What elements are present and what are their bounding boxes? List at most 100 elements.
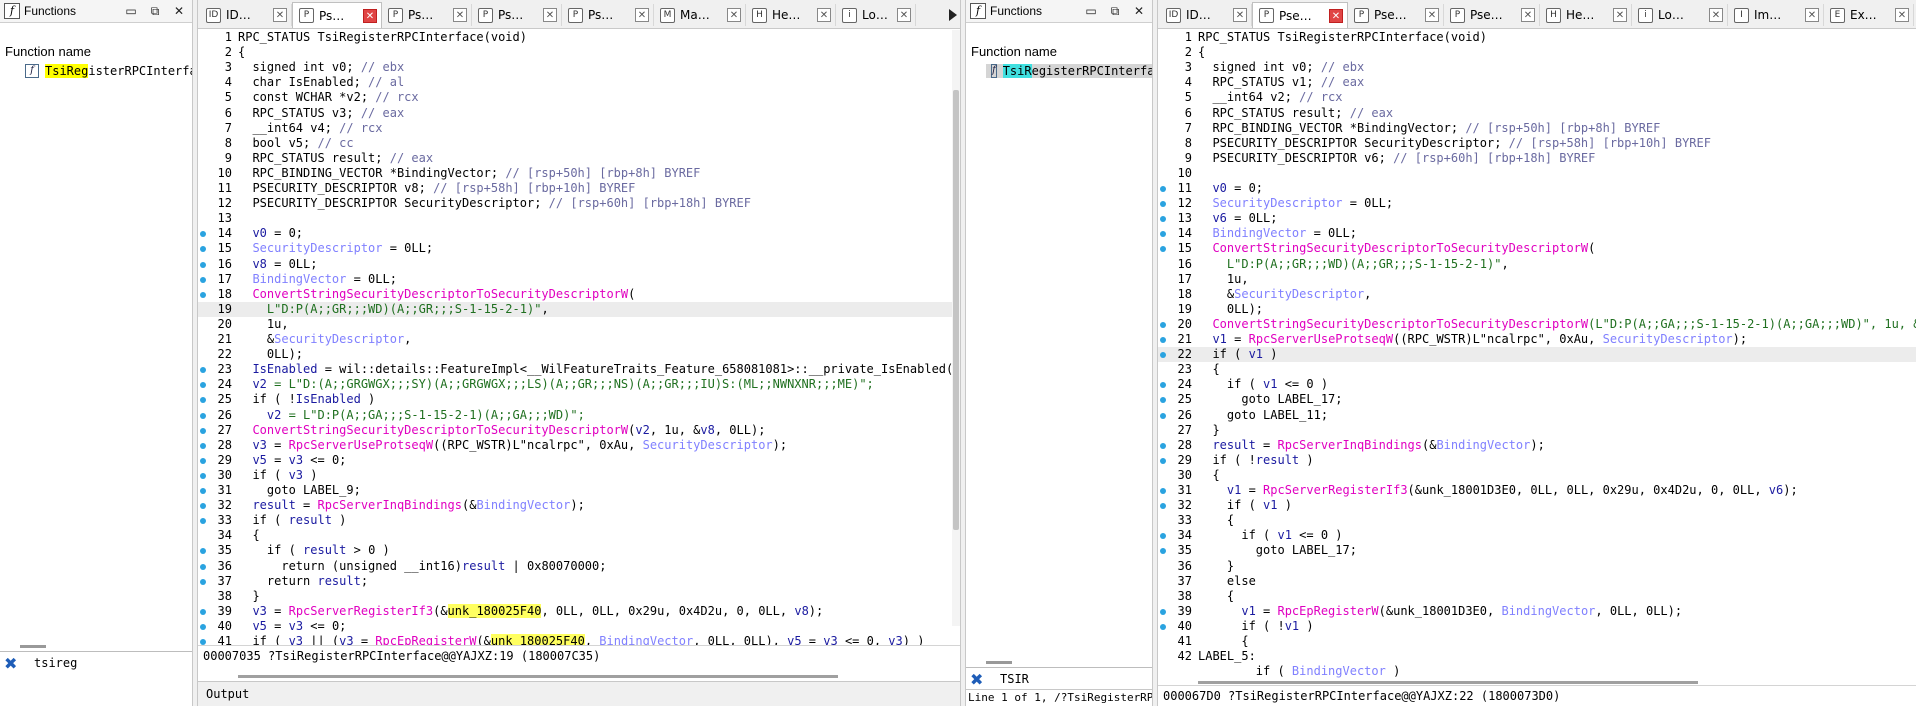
close-icon[interactable]: ✕: [1130, 2, 1148, 20]
code-line[interactable]: 13 v6 = 0LL;: [1158, 211, 1916, 226]
tab-4[interactable]: P Ps… ✕: [472, 4, 562, 26]
code-line[interactable]: 7 __int64 v4; // rcx: [198, 121, 960, 136]
code-line[interactable]: 7 RPC_BINDING_VECTOR *BindingVector; // …: [1158, 121, 1916, 136]
code-line[interactable]: 22 0LL);: [198, 347, 960, 362]
breakpoint-dot-icon[interactable]: [1160, 608, 1166, 615]
code-line[interactable]: 40 v5 = v3 <= 0;: [198, 619, 960, 634]
breakpoint-dot-icon[interactable]: [200, 518, 206, 525]
code-line[interactable]: 6 RPC_STATUS v3; // eax: [198, 106, 960, 121]
function-list-item[interactable]: f TsiRegisterRPCInterface(: [25, 64, 192, 78]
code-line[interactable]: 25 goto LABEL_17;: [1158, 392, 1916, 407]
code-line[interactable]: 5 __int64 v2; // rcx: [1158, 90, 1916, 105]
code-line[interactable]: 19 L"D:P(A;;GR;;;WD)(A;;GR;;;S-1-15-2-1)…: [198, 301, 960, 317]
code-line[interactable]: 12 PSECURITY_DESCRIPTOR SecurityDescript…: [198, 196, 960, 211]
minimize-icon[interactable]: ▭: [1082, 2, 1100, 20]
code-line[interactable]: 37 else: [1158, 574, 1916, 589]
scroll-thumb[interactable]: [953, 90, 959, 530]
breakpoint-dot-icon[interactable]: [1160, 397, 1166, 404]
code-line[interactable]: 36 return (unsigned __int16)result | 0x8…: [198, 559, 960, 574]
code-line[interactable]: 24 v2 = L"D:(A;;GRGWGX;;;SY)(A;;GRGWGX;;…: [198, 377, 960, 392]
breakpoint-dot-icon[interactable]: [1160, 321, 1166, 328]
close-tab-icon[interactable]: ✕: [1233, 8, 1247, 22]
breakpoint-dot-icon[interactable]: [200, 472, 206, 479]
breakpoint-dot-icon[interactable]: [1160, 201, 1166, 208]
code-line[interactable]: 18 &SecurityDescriptor,: [1158, 287, 1916, 302]
pseudocode-view[interactable]: 1 RPC_STATUS TsiRegisterRPCInterface(void…: [1158, 30, 1916, 686]
tab-5[interactable]: P Ps… ✕: [562, 4, 654, 26]
code-line[interactable]: 24 if ( v1 <= 0 ): [1158, 377, 1916, 392]
code-line[interactable]: 20 1u,: [198, 317, 960, 332]
tab-5[interactable]: H He… ✕: [1540, 4, 1632, 26]
close-tab-icon[interactable]: ✕: [1521, 8, 1535, 22]
close-tab-icon[interactable]: ✕: [635, 8, 649, 22]
tab-8[interactable]: i Lo… ✕: [836, 4, 916, 26]
tab-6[interactable]: M Ma… ✕: [654, 4, 746, 26]
pseudocode-view[interactable]: 1 RPC_STATUS TsiRegisterRPCInterface(void…: [198, 30, 960, 646]
close-tab-icon[interactable]: ✕: [1895, 8, 1909, 22]
code-line[interactable]: 11 v0 = 0;: [1158, 181, 1916, 196]
clear-filter-icon[interactable]: ✖: [4, 654, 17, 673]
filter-text[interactable]: TSIR: [1000, 672, 1029, 686]
breakpoint-dot-icon[interactable]: [200, 488, 206, 494]
breakpoint-dot-icon[interactable]: [200, 548, 206, 555]
code-line[interactable]: 35 goto LABEL_17;: [1158, 543, 1916, 558]
code-line[interactable]: 23 IsEnabled = wil::details::FeatureImpl…: [198, 362, 960, 377]
tab-scroll-right-icon[interactable]: [949, 9, 957, 21]
code-line[interactable]: if ( BindingVector ): [1158, 664, 1916, 679]
code-line[interactable]: 16 v8 = 0LL;: [198, 257, 960, 272]
code-line[interactable]: 10 RPC_BINDING_VECTOR *BindingVector; //…: [198, 166, 960, 181]
tab-3[interactable]: P Pse… ✕: [1348, 4, 1444, 26]
function-list-item[interactable]: f TsiRegisterRPCInterface(: [986, 64, 1152, 78]
close-tab-icon[interactable]: ✕: [727, 8, 741, 22]
close-tab-icon[interactable]: ✕: [1709, 8, 1723, 22]
code-line[interactable]: 26 goto LABEL_11;: [1158, 408, 1916, 423]
code-line[interactable]: 41 {: [1158, 634, 1916, 649]
code-line[interactable]: 15 ConvertStringSecurityDescriptorToSecu…: [1158, 241, 1916, 256]
tab-4[interactable]: P Pse… ✕: [1444, 4, 1540, 26]
tab-2[interactable]: P Ps… ✕: [292, 2, 382, 28]
breakpoint-dot-icon[interactable]: [1160, 488, 1166, 494]
code-line[interactable]: 39 v3 = RpcServerRegisterIf3(&unk_180025…: [198, 603, 960, 619]
close-tab-icon[interactable]: ✕: [1613, 8, 1627, 22]
code-line[interactable]: 39 v1 = RpcEpRegisterW(&unk_18001D3E0, B…: [1158, 604, 1916, 619]
breakpoint-dot-icon[interactable]: [1160, 457, 1166, 464]
breakpoint-dot-icon[interactable]: [200, 442, 206, 449]
code-line[interactable]: 31 goto LABEL_9;: [198, 483, 960, 498]
breakpoint-dot-icon[interactable]: [1160, 246, 1166, 253]
close-tab-icon[interactable]: ✕: [1329, 8, 1343, 23]
breakpoint-dot-icon[interactable]: [1160, 548, 1166, 555]
code-line[interactable]: 15 SecurityDescriptor = 0LL;: [198, 241, 960, 256]
tab-8[interactable]: E Ex… ✕: [1824, 4, 1914, 26]
code-line[interactable]: 40 if ( !v1 ): [1158, 619, 1916, 634]
breakpoint-dot-icon[interactable]: [200, 427, 206, 434]
close-tab-icon[interactable]: ✕: [1805, 8, 1819, 22]
function-name-header[interactable]: Function name: [0, 44, 192, 59]
breakpoint-dot-icon[interactable]: [200, 608, 206, 615]
horizontal-scrollbar[interactable]: [238, 675, 838, 678]
quick-filter[interactable]: ✖ tsireg: [0, 651, 192, 674]
code-line[interactable]: 27 }: [1158, 423, 1916, 438]
code-line[interactable]: 42 LABEL_5:: [1158, 649, 1916, 664]
code-line[interactable]: 30 {: [1158, 468, 1916, 483]
code-line[interactable]: 32 result = RpcServerInqBindings(&Bindin…: [198, 498, 960, 513]
code-line[interactable]: 1 RPC_STATUS TsiRegisterRPCInterface(void…: [198, 30, 960, 45]
breakpoint-dot-icon[interactable]: [200, 563, 206, 570]
breakpoint-dot-icon[interactable]: [200, 397, 206, 404]
tab-1[interactable]: ID ID… ✕: [200, 4, 292, 26]
code-line[interactable]: 3 signed int v0; // ebx: [198, 60, 960, 75]
breakpoint-dot-icon[interactable]: [200, 382, 206, 389]
tab-6[interactable]: i Lo… ✕: [1632, 4, 1728, 26]
tab-7[interactable]: I Im… ✕: [1728, 4, 1824, 26]
close-tab-icon[interactable]: ✕: [273, 8, 287, 22]
breakpoint-dot-icon[interactable]: [200, 623, 206, 630]
horizontal-scrollbar[interactable]: [20, 645, 46, 648]
code-line[interactable]: 12 SecurityDescriptor = 0LL;: [1158, 196, 1916, 211]
horizontal-scrollbar[interactable]: [1198, 681, 1698, 684]
tab-7[interactable]: H He… ✕: [746, 4, 836, 26]
code-line[interactable]: 29 if ( !result ): [1158, 453, 1916, 468]
breakpoint-dot-icon[interactable]: [1160, 503, 1166, 510]
code-line[interactable]: 31 v1 = RpcServerRegisterIf3(&unk_18001D…: [1158, 483, 1916, 498]
tab-1[interactable]: ID ID… ✕: [1160, 4, 1252, 26]
code-line[interactable]: 33 {: [1158, 513, 1916, 528]
breakpoint-dot-icon[interactable]: [200, 276, 206, 283]
